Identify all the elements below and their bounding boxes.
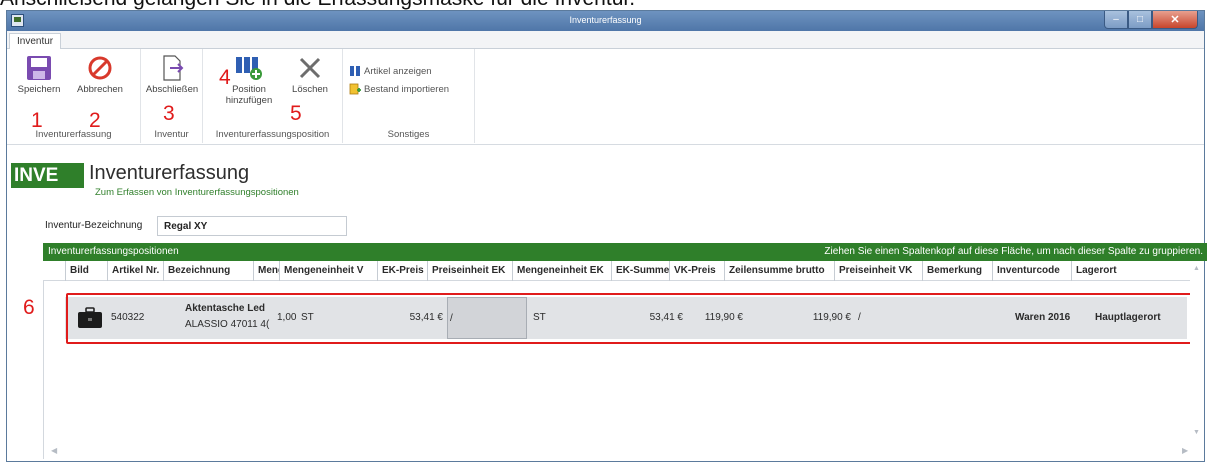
annotation-4: 4 <box>219 66 231 89</box>
ribbon: Speichern Abbrechen Inventurerfassung Ab… <box>7 49 1204 145</box>
delete-button-label: Löschen <box>292 84 328 95</box>
column-lagerort[interactable]: Lagerort <box>1071 261 1166 281</box>
page-subtitle: Zum Erfassen von Inventurerfassungsposit… <box>95 187 299 198</box>
cancel-button-label: Abbrechen <box>77 84 123 95</box>
column-ek-preis[interactable]: EK-Preis <box>377 261 427 281</box>
annotation-5: 5 <box>290 102 302 125</box>
scroll-down-icon[interactable]: ▼ <box>1193 429 1200 436</box>
document-arrow-icon <box>163 55 184 81</box>
import-stock-label: Bestand importieren <box>364 83 450 95</box>
ribbon-group-label: Inventurerfassungsposition <box>215 129 330 140</box>
article-view-icon <box>350 66 360 76</box>
column-header-row: Bild Artikel Nr. Bezeichnung Meng Mengen… <box>43 261 1190 281</box>
delete-button[interactable]: Löschen <box>287 55 333 95</box>
column-vk-preis[interactable]: VK-Preis <box>669 261 724 281</box>
grid-header: Inventurerfassungspositionen Ziehen Sie … <box>43 243 1207 261</box>
ribbon-group-label: Inventurerfassung <box>35 129 112 140</box>
column-preiseinheit-vk[interactable]: Preiseinheit VK <box>834 261 922 281</box>
import-stock-button[interactable]: Bestand importieren <box>349 83 449 95</box>
finish-button[interactable]: Abschließen <box>145 55 199 95</box>
column-zeilensumme-brutto[interactable]: Zeilensumme brutto <box>724 261 834 281</box>
save-button-label: Speichern <box>17 84 61 95</box>
scroll-right-icon[interactable]: ▶ <box>1182 446 1188 455</box>
column-mengeneinheit-ek[interactable]: Mengeneinheit EK <box>512 261 611 281</box>
ribbon-group-label: Inventur <box>154 129 189 140</box>
show-article-button[interactable]: Artikel anzeigen <box>349 65 432 77</box>
annotation-6: 6 <box>23 296 35 319</box>
minimize-button[interactable]: – <box>1104 11 1128 29</box>
floppy-save-icon <box>27 56 51 80</box>
cancel-circle-icon <box>88 56 112 80</box>
vertical-scrollbar[interactable]: ▲ ▼ <box>1190 261 1204 459</box>
add-position-label-2: hinzufügen <box>225 95 273 106</box>
ribbon-tabstrip: Inventur <box>7 31 1204 50</box>
ribbon-group-label: Sonstiges <box>387 129 430 140</box>
inventory-name-label: Inventur-Bezeichnung <box>45 220 143 231</box>
title-bar: Inventurerfassung – □ ✕ <box>7 11 1204 31</box>
column-mengeneinheit-vk[interactable]: Mengeneinheit V <box>279 261 377 281</box>
scroll-up-icon[interactable]: ▲ <box>1193 265 1200 272</box>
show-article-label: Artikel anzeigen <box>364 65 432 77</box>
column-bezeichnung[interactable]: Bezeichnung <box>163 261 253 281</box>
add-position-label-1: Position <box>232 84 266 95</box>
cancel-button[interactable]: Abbrechen <box>69 55 131 95</box>
ribbon-group-inventurerfassung: Speichern Abbrechen Inventurerfassung <box>7 49 141 143</box>
import-icon <box>349 83 361 95</box>
column-preiseinheit-ek[interactable]: Preiseinheit EK <box>427 261 512 281</box>
column-bild[interactable]: Bild <box>65 261 107 281</box>
module-badge: INVE <box>11 163 84 188</box>
close-button[interactable]: ✕ <box>1152 11 1198 29</box>
page-title: Inventurerfassung <box>89 162 250 184</box>
add-position-icon <box>236 57 262 80</box>
ribbon-group-inventur: Abschließen Inventur <box>141 49 203 143</box>
maximize-button[interactable]: □ <box>1128 11 1152 29</box>
scroll-left-icon[interactable]: ◀ <box>51 446 57 455</box>
window-title: Inventurerfassung <box>569 15 642 25</box>
annotation-3: 3 <box>163 102 175 125</box>
finish-button-label: Abschließen <box>145 84 199 95</box>
save-button[interactable]: Speichern <box>13 55 65 95</box>
grid-title: Inventurerfassungspositionen <box>48 246 179 257</box>
annotation-2: 2 <box>89 109 101 132</box>
column-bemerkung[interactable]: Bemerkung <box>922 261 992 281</box>
annotation-1: 1 <box>31 109 43 132</box>
column-inventurcode[interactable]: Inventurcode <box>992 261 1071 281</box>
inventory-name-field[interactable]: Regal XY <box>157 216 347 236</box>
ribbon-group-position: Position hinzufügen Löschen Inventurerfa… <box>203 49 343 143</box>
annotation-highlight-box <box>66 293 1195 344</box>
tab-inventur[interactable]: Inventur <box>9 33 62 50</box>
ribbon-group-sonstiges: Artikel anzeigen Bestand importieren Son… <box>343 49 475 143</box>
delete-x-icon <box>299 57 321 79</box>
group-by-hint[interactable]: Ziehen Sie einen Spaltenkopf auf diese F… <box>824 243 1203 261</box>
app-window: Inventurerfassung – □ ✕ Inventur Speiche… <box>6 10 1207 462</box>
column-artikel-nr[interactable]: Artikel Nr. <box>107 261 163 281</box>
column-ek-summe[interactable]: EK-Summe <box>611 261 669 281</box>
column-menge[interactable]: Meng <box>253 261 279 281</box>
